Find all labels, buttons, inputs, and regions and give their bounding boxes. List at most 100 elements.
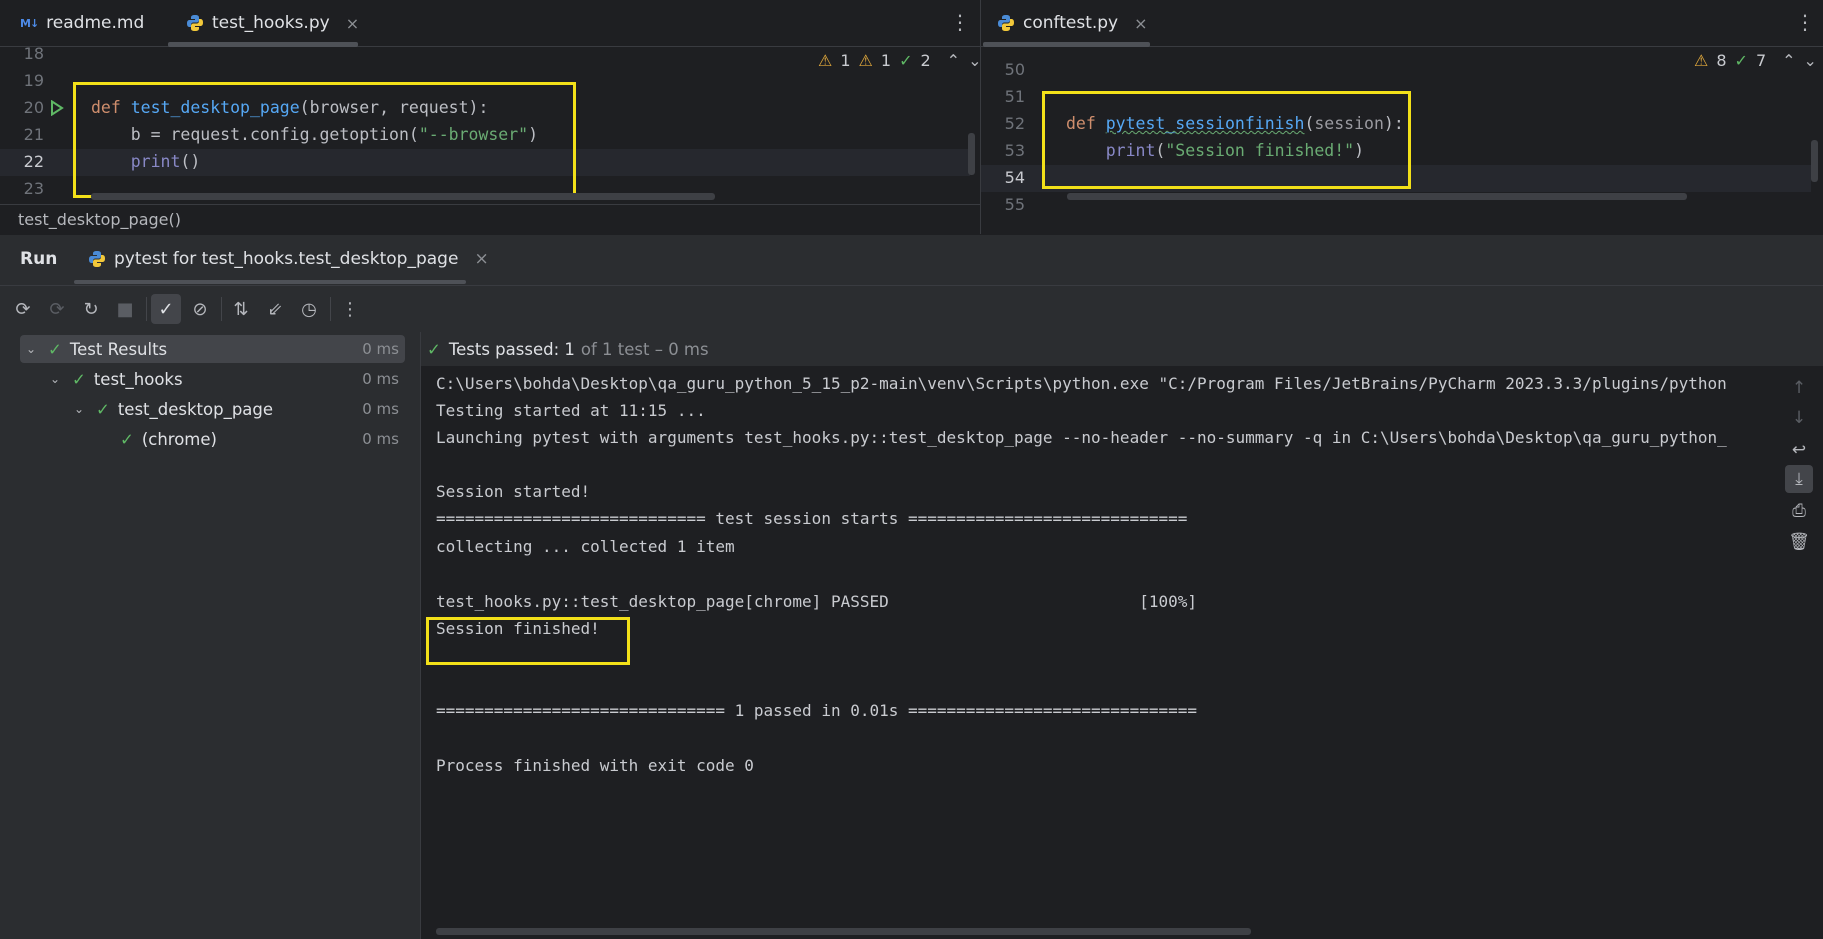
more-vertical-icon[interactable]: ⋮ — [1795, 10, 1815, 34]
duration: 0 ms — [362, 340, 399, 358]
tree-node-test-results[interactable]: ⌄ ✓ Test Results 0 ms — [20, 335, 405, 363]
line-number: 52 — [1004, 114, 1025, 133]
run-title[interactable]: Run — [20, 249, 57, 269]
tree-node-chrome[interactable]: ✓ (chrome) 0 ms — [20, 425, 405, 453]
warning-count: 8 — [1716, 51, 1727, 70]
toolbar-divider — [146, 297, 147, 321]
run-gutter-icon[interactable] — [50, 100, 64, 116]
warning-icon: ⚠ — [1694, 51, 1709, 70]
warning-icon: ⚠ — [818, 51, 833, 70]
chevron-down-icon[interactable]: ⌄ — [968, 51, 980, 70]
active-tab-indicator — [168, 42, 358, 47]
history-icon[interactable]: ◷ — [294, 294, 324, 324]
highlight-box — [426, 617, 630, 665]
check-icon: ✓ — [120, 429, 134, 449]
typo-count: 2 — [920, 51, 931, 70]
line-number: 21 — [23, 125, 44, 144]
console-line: collecting ... collected 1 item — [436, 537, 735, 556]
tab-test-hooks[interactable]: test_hooks.py × — [186, 0, 359, 46]
rerun-failed-icon[interactable]: ⟳ — [42, 294, 72, 324]
right-tab-bar: conftest.py × ⋮ — [981, 0, 1823, 47]
tab-label: test_hooks.py — [212, 13, 330, 33]
vertical-scrollbar[interactable] — [1811, 140, 1818, 182]
console-line: Testing started at 11:15 ... — [436, 401, 706, 420]
tree-node-test-hooks[interactable]: ⌄ ✓ test_hooks 0 ms — [20, 365, 405, 393]
horizontal-scrollbar[interactable] — [436, 928, 1251, 935]
check-icon: ✓ — [427, 339, 441, 359]
weak-warning-icon: ⚠ — [858, 51, 873, 70]
tab-label: readme.md — [46, 13, 145, 33]
soft-wrap-icon[interactable]: ↩ — [1785, 436, 1813, 464]
show-ignored-icon[interactable]: ⊘ — [185, 294, 215, 324]
tests-passed-label: Tests passed: 1 — [448, 339, 575, 359]
duration: 0 ms — [362, 400, 399, 418]
console-output[interactable]: ✓ Tests passed: 1 of 1 test – 0 ms C:\Us… — [421, 332, 1823, 939]
inspection-widget[interactable]: ⚠ 8 ✓ 7 ⌃ ⌄ — [1694, 51, 1817, 70]
tab-readme[interactable]: M↓ readme.md — [20, 0, 144, 46]
toggle-auto-test-icon[interactable]: ↻ — [76, 294, 106, 324]
import-tests-icon[interactable]: ⇙ — [260, 294, 290, 324]
line-number: 19 — [23, 71, 44, 90]
breadcrumb[interactable]: test_desktop_page() — [0, 204, 980, 234]
chevron-down-icon[interactable]: ⌄ — [74, 402, 88, 416]
stop-icon[interactable]: ■ — [110, 294, 140, 324]
sort-icon[interactable]: ⇅ — [226, 294, 256, 324]
line-number: 55 — [1004, 195, 1025, 214]
run-toolbar: ⟳ ⟳ ↻ ■ ✓ ⊘ ⇅ ⇙ ◷ ⋮ — [0, 286, 420, 332]
check-icon: ✓ — [899, 51, 913, 70]
chevron-up-icon[interactable]: ⌃ — [947, 51, 960, 70]
more-vertical-icon[interactable]: ⋮ — [335, 294, 365, 324]
python-icon — [89, 251, 105, 267]
highlight-box — [1042, 91, 1411, 189]
check-icon: ✓ — [72, 369, 86, 389]
chevron-down-icon[interactable]: ⌄ — [1804, 51, 1817, 70]
horizontal-scrollbar[interactable] — [91, 193, 715, 200]
close-icon[interactable]: × — [346, 14, 359, 33]
check-icon: ✓ — [1734, 51, 1748, 70]
arrow-down-icon[interactable]: ↓ — [1785, 404, 1813, 432]
close-icon[interactable]: × — [1134, 14, 1147, 33]
horizontal-scrollbar[interactable] — [1067, 193, 1687, 200]
line-number: 53 — [1004, 141, 1025, 160]
highlight-box — [73, 82, 576, 198]
line-number: 20 — [23, 98, 44, 117]
tab-conftest[interactable]: conftest.py × — [997, 0, 1148, 46]
print-icon[interactable]: ⎙ — [1785, 497, 1813, 525]
inspection-widget[interactable]: ⚠ 1 ⚠ 1 ✓ 2 ⌃ ⌄ — [818, 51, 980, 70]
tree-node-test-desktop-page[interactable]: ⌄ ✓ test_desktop_page 0 ms — [20, 395, 405, 423]
run-header: Run pytest for test_hooks.test_desktop_p… — [0, 235, 1823, 286]
python-icon — [187, 15, 203, 31]
check-icon: ✓ — [48, 339, 62, 359]
console-line: Process finished with exit code 0 — [436, 756, 754, 775]
console-line: Session started! — [436, 482, 591, 501]
chevron-down-icon[interactable]: ⌄ — [50, 372, 64, 386]
python-icon — [998, 15, 1014, 31]
left-editor-pane: M↓ readme.md test_hooks.py × ⋮ ⚠ 1 ⚠ 1 ✓ 2 … — [0, 0, 980, 234]
run-config-tab[interactable]: pytest for test_hooks.test_desktop_page … — [88, 249, 489, 269]
console-line: ============================ test sessio… — [436, 509, 1188, 528]
console-line: test_hooks.py::test_desktop_page[chrome]… — [436, 592, 1197, 611]
vertical-scrollbar[interactable] — [968, 133, 975, 175]
line-number: 51 — [1004, 87, 1025, 106]
chevron-down-icon[interactable]: ⌄ — [26, 342, 40, 356]
arrow-up-icon[interactable]: ↑ — [1785, 374, 1813, 402]
tree-node-label: Test Results — [69, 339, 168, 359]
test-status-bar: ✓ Tests passed: 1 of 1 test – 0 ms — [421, 332, 1823, 366]
close-icon[interactable]: × — [474, 249, 488, 269]
toolbar-divider — [221, 297, 222, 321]
active-tab-indicator — [983, 42, 1150, 47]
more-vertical-icon[interactable]: ⋮ — [950, 10, 970, 34]
duration: 0 ms — [362, 430, 399, 448]
left-tab-bar: M↓ readme.md test_hooks.py × ⋮ — [0, 0, 980, 47]
line-number: 50 — [1004, 60, 1025, 79]
tree-node-label: (chrome) — [141, 429, 217, 449]
typo-count: 7 — [1755, 51, 1767, 70]
chevron-up-icon[interactable]: ⌃ — [1782, 51, 1795, 70]
console-line: Launching pytest with arguments test_hoo… — [436, 428, 1727, 447]
trash-icon[interactable]: 🗑 — [1785, 528, 1813, 556]
warning-count: 1 — [840, 51, 851, 70]
rerun-icon[interactable]: ⟳ — [8, 294, 38, 324]
show-passed-icon[interactable]: ✓ — [151, 294, 181, 324]
scroll-to-end-icon[interactable]: ⤓ — [1785, 465, 1813, 493]
line-number: 22 — [23, 152, 44, 171]
